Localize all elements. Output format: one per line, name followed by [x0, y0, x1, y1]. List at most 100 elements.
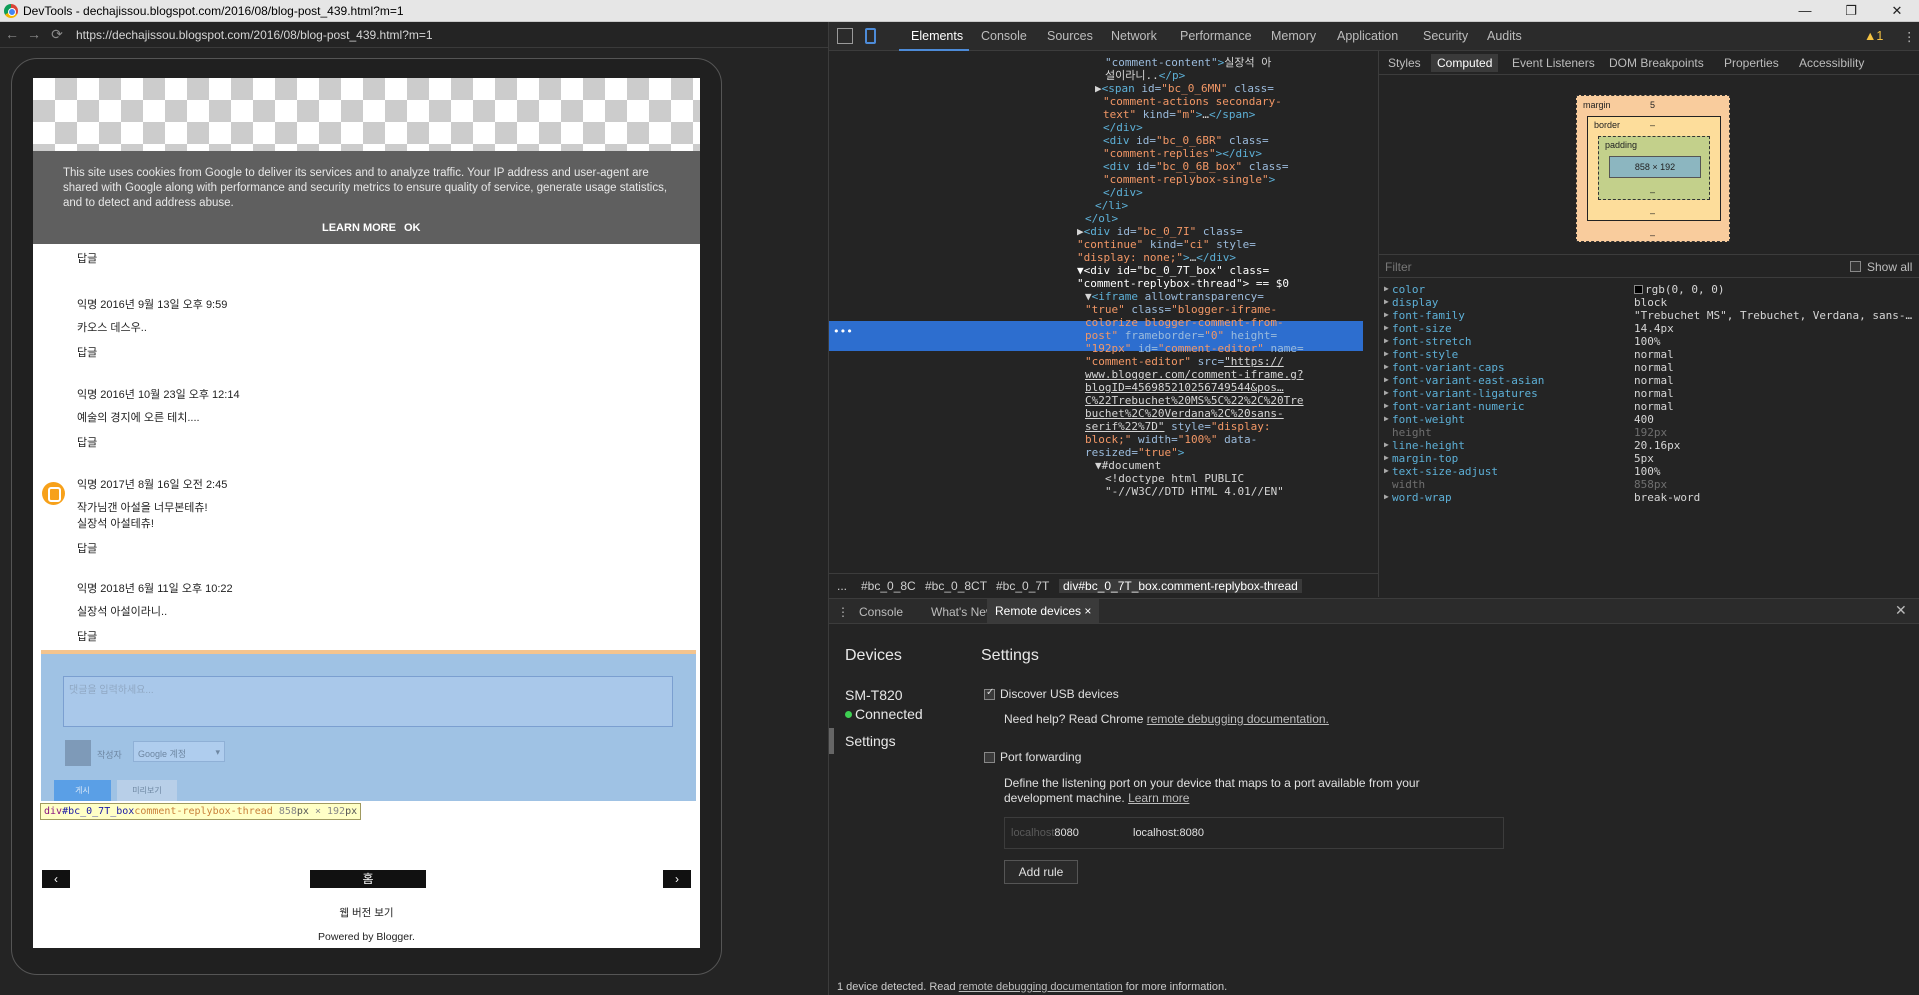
- box-model-border: border – – padding – 858 × 192: [1587, 116, 1721, 221]
- reply-link[interactable]: 답글: [77, 434, 240, 450]
- tab-memory[interactable]: Memory: [1271, 29, 1316, 43]
- tab-console[interactable]: Console: [981, 29, 1027, 43]
- expand-arrow-icon[interactable]: ▶: [1384, 440, 1389, 449]
- expand-arrow-icon[interactable]: ▶: [1384, 349, 1389, 358]
- breadcrumb-item[interactable]: #bc_0_8C: [861, 579, 916, 593]
- filter-input[interactable]: Filter: [1385, 260, 1412, 274]
- tab-computed[interactable]: Computed: [1431, 54, 1499, 72]
- breadcrumb-item[interactable]: #bc_0_8CT: [925, 579, 987, 593]
- expand-arrow-icon[interactable]: ▶: [1384, 375, 1389, 384]
- add-rule-button[interactable]: Add rule: [1004, 860, 1078, 884]
- comment-item: 익명 2016년 9월 13일 오후 9:59 카오스 데스우.. 답글: [77, 296, 227, 360]
- tab-elements[interactable]: Elements: [911, 29, 963, 43]
- device-port-field[interactable]: localhost8080: [1011, 827, 1079, 839]
- tab-network[interactable]: Network: [1111, 29, 1157, 43]
- tab-properties[interactable]: Properties: [1724, 56, 1779, 70]
- expand-arrow-icon[interactable]: ▶: [1384, 323, 1389, 332]
- maximize-button[interactable]: ❐: [1836, 1, 1866, 21]
- discover-usb-checkbox[interactable]: [984, 687, 995, 700]
- tab-sources[interactable]: Sources: [1047, 29, 1093, 43]
- expand-arrow-icon[interactable]: ▶: [1384, 297, 1389, 306]
- device-toolbar-icon[interactable]: [865, 28, 876, 44]
- port-forwarding-description-2: development machine. Learn more: [1004, 791, 1190, 805]
- port-forwarding-checkbox[interactable]: [984, 752, 995, 763]
- status-docs-link[interactable]: remote debugging documentation: [959, 981, 1123, 993]
- tab-performance[interactable]: Performance: [1180, 29, 1252, 43]
- device-item[interactable]: SM-T820: [845, 687, 903, 703]
- reply-link[interactable]: 답글: [77, 344, 227, 360]
- expand-arrow-icon[interactable]: ▶: [1384, 362, 1389, 371]
- drawer-tab-console[interactable]: Console: [859, 605, 903, 619]
- dom-node-line[interactable]: "-//W3C//DTD HTML 4.01//EN": [1105, 484, 1284, 499]
- reply-link[interactable]: 답글: [77, 628, 233, 644]
- device-frame: This site uses cookies from Google to de…: [11, 58, 722, 975]
- expand-arrow-icon[interactable]: ▶: [1384, 466, 1389, 475]
- elements-tree[interactable]: ••• "comment-content">실장석 아 설이라니..</p> ▶<s…: [829, 51, 1379, 601]
- tab-security[interactable]: Security: [1423, 29, 1468, 43]
- preview-button[interactable]: 미리보기: [117, 780, 177, 801]
- expand-arrow-icon[interactable]: ▶: [1384, 401, 1389, 410]
- reply-link[interactable]: 답글: [77, 540, 227, 556]
- border-bottom-value: –: [1650, 208, 1656, 218]
- learn-more-link[interactable]: Learn more: [1128, 791, 1189, 805]
- expand-arrow-icon[interactable]: ▶: [1384, 492, 1389, 501]
- expand-arrow-icon[interactable]: ▶: [1384, 388, 1389, 397]
- comment-meta: 익명 2018년 6월 11일 오후 10:22: [77, 583, 233, 595]
- minimize-button[interactable]: —: [1790, 1, 1820, 21]
- close-tab-icon[interactable]: ×: [1084, 604, 1091, 618]
- ok-button[interactable]: OK: [404, 222, 421, 234]
- color-swatch-icon[interactable]: [1634, 285, 1643, 294]
- home-button[interactable]: 홈: [310, 870, 426, 888]
- port-forwarding-rule[interactable]: localhost8080 localhost:8080: [1004, 817, 1504, 849]
- padding-label: padding: [1605, 140, 1638, 150]
- warning-count[interactable]: ▲1: [1864, 29, 1883, 43]
- more-options-icon[interactable]: ⋮: [1903, 29, 1916, 44]
- expand-arrow-icon[interactable]: ▶: [1384, 453, 1389, 462]
- prev-page-button[interactable]: ‹: [42, 870, 70, 888]
- reply-link[interactable]: 답글: [77, 250, 97, 266]
- breadcrumb-item[interactable]: ...: [837, 579, 847, 593]
- next-page-button[interactable]: ›: [663, 870, 691, 888]
- tab-event-listeners[interactable]: Event Listeners: [1512, 56, 1595, 70]
- web-version-link[interactable]: 웹 버전 보기: [33, 905, 700, 920]
- device-screen[interactable]: This site uses cookies from Google to de…: [33, 78, 700, 948]
- powered-by[interactable]: Powered by Blogger.: [33, 931, 700, 943]
- settings-nav-item[interactable]: Settings: [829, 728, 971, 754]
- breadcrumb-item-selected[interactable]: div#bc_0_7T_box.comment-replybox-thread: [1059, 579, 1302, 593]
- expand-arrow-icon[interactable]: ▶: [1384, 310, 1389, 319]
- forward-icon[interactable]: →: [26, 26, 42, 42]
- close-window-button[interactable]: ✕: [1882, 1, 1912, 21]
- computed-filter[interactable]: Filter Show all: [1379, 254, 1919, 278]
- back-icon[interactable]: ←: [4, 26, 20, 42]
- expand-arrow-icon[interactable]: ▶: [1384, 284, 1389, 293]
- drawer-tab-remote-devices[interactable]: Remote devices ×: [987, 599, 1100, 623]
- learn-more-button[interactable]: LEARN MORE: [322, 222, 396, 234]
- url-text[interactable]: https://dechajissou.blogspot.com/2016/08…: [76, 28, 433, 42]
- tab-accessibility[interactable]: Accessibility: [1799, 56, 1864, 70]
- property-value: 100%: [1634, 335, 1661, 348]
- breadcrumb-item[interactable]: #bc_0_7T: [996, 579, 1049, 593]
- property-value: normal: [1634, 387, 1674, 400]
- screencast-pane: ← → ⟳ https://dechajissou.blogspot.com/2…: [0, 22, 828, 995]
- node-actions-icon[interactable]: •••: [833, 325, 853, 338]
- comment-textarea[interactable]: 댓글을 입력하세요...: [63, 676, 673, 727]
- show-all-checkbox[interactable]: [1850, 261, 1861, 272]
- tab-styles[interactable]: Styles: [1388, 56, 1421, 70]
- expand-arrow-icon[interactable]: ▶: [1384, 336, 1389, 345]
- publish-button[interactable]: 게시: [54, 780, 111, 801]
- expand-arrow-icon[interactable]: ▶: [1384, 414, 1389, 423]
- remote-debugging-link[interactable]: remote debugging documentation.: [1147, 712, 1329, 726]
- padding-bottom-value: –: [1650, 187, 1656, 197]
- local-address-field[interactable]: localhost:8080: [1133, 827, 1204, 839]
- tab-audits[interactable]: Audits: [1487, 29, 1522, 43]
- status-bar: 1 device detected. Read remote debugging…: [837, 981, 1228, 993]
- inspect-element-icon[interactable]: [837, 28, 853, 44]
- tab-dom-breakpoints[interactable]: DOM Breakpoints: [1609, 56, 1704, 70]
- drawer-tab-whats-new[interactable]: What's New: [931, 605, 995, 619]
- reload-icon[interactable]: ⟳: [49, 26, 65, 42]
- drawer-menu-icon[interactable]: ⋮: [837, 605, 849, 619]
- computed-property-row[interactable]: ▶ word-wrap break-word: [1379, 491, 1919, 507]
- tab-application[interactable]: Application: [1337, 29, 1398, 43]
- close-drawer-icon[interactable]: ✕: [1895, 602, 1907, 619]
- account-select[interactable]: Google 계정 ▾: [133, 741, 225, 762]
